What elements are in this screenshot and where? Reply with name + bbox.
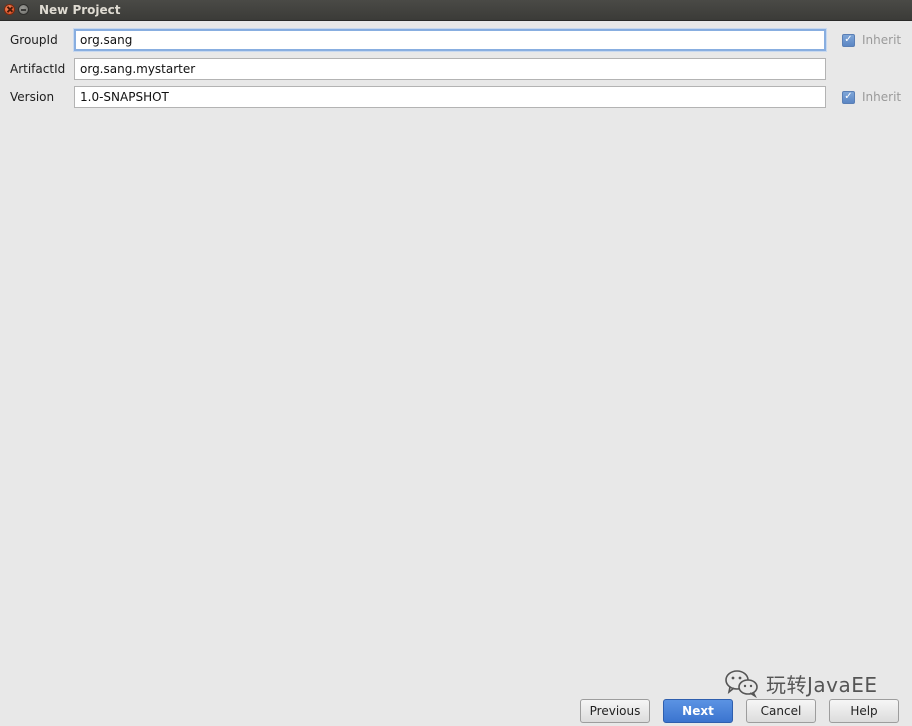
version-inherit-label: Inherit: [862, 90, 902, 104]
group-id-label: GroupId: [10, 33, 58, 47]
checkmark-icon: ✓: [842, 90, 855, 104]
artifact-id-label: ArtifactId: [10, 62, 66, 76]
next-button[interactable]: Next: [663, 699, 733, 723]
minimize-window-button[interactable]: [18, 4, 29, 15]
help-button[interactable]: Help: [829, 699, 899, 723]
group-id-inherit-label: Inherit: [862, 33, 902, 47]
previous-button[interactable]: Previous: [580, 699, 650, 723]
artifact-id-input[interactable]: [74, 58, 826, 80]
group-id-inherit-checkbox[interactable]: ✓ Inherit: [842, 33, 901, 47]
group-id-input[interactable]: [74, 29, 826, 51]
version-inherit-checkbox[interactable]: ✓ Inherit: [842, 90, 901, 104]
watermark: 玩转JavaEE: [724, 668, 878, 698]
window-titlebar: New Project: [0, 0, 912, 21]
close-window-button[interactable]: [4, 4, 15, 15]
window-title: New Project: [39, 3, 121, 17]
wechat-icon: [725, 670, 758, 698]
checkmark-icon: ✓: [842, 33, 855, 47]
cancel-button[interactable]: Cancel: [746, 699, 816, 723]
watermark-text: 玩转JavaEE: [766, 672, 878, 697]
version-label: Version: [10, 90, 55, 104]
version-input[interactable]: [74, 86, 826, 108]
